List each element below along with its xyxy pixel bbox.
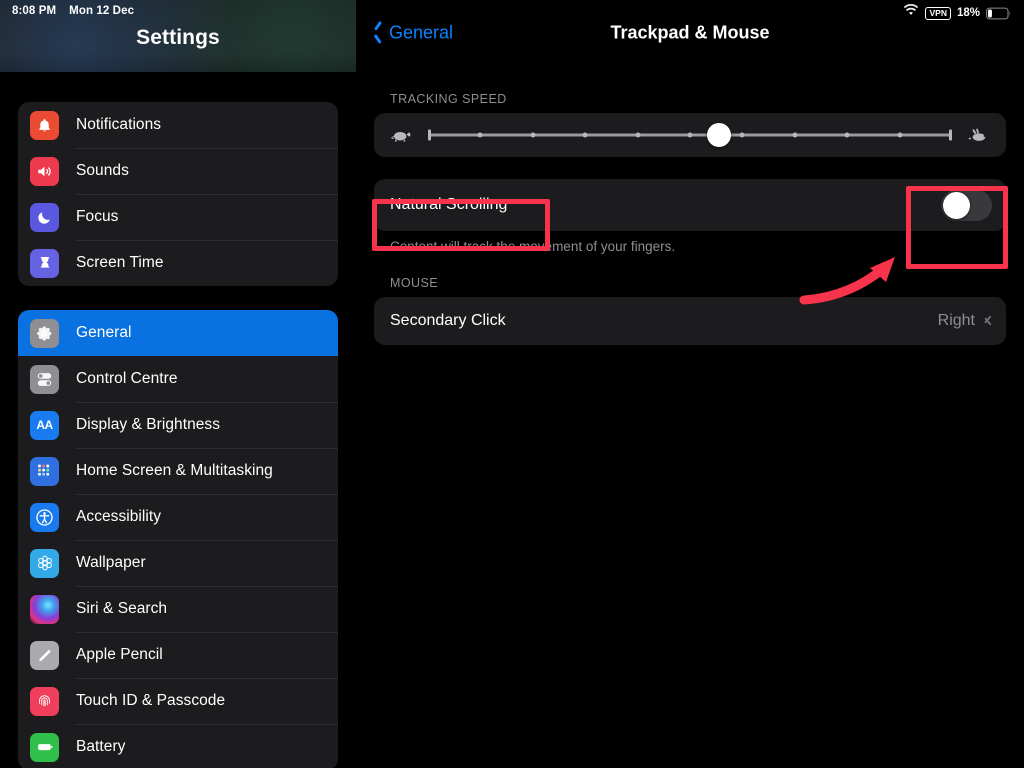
sidebar-item-label: Battery <box>76 738 126 755</box>
detail-title: Trackpad & Mouse <box>610 22 770 43</box>
gear-icon <box>30 318 59 348</box>
sidebar-item-accessibility[interactable]: Accessibility <box>18 494 338 540</box>
secondary-click-label: Secondary Click <box>390 312 506 329</box>
sidebar-item-screen-time[interactable]: Screen Time <box>18 240 338 286</box>
sidebar-item-label: Home Screen & Multitasking <box>76 462 273 479</box>
sidebar-item-label: Sounds <box>76 162 129 179</box>
chevron-right-icon <box>984 314 992 328</box>
sidebar-item-focus[interactable]: Focus <box>18 194 338 240</box>
flower-icon <box>30 548 59 578</box>
sidebar-item-apple-pencil[interactable]: Apple Pencil <box>18 632 338 678</box>
sidebar-item-label: Control Centre <box>76 370 178 387</box>
sidebar-item-display-brightness[interactable]: AA Display & Brightness <box>18 402 338 448</box>
sidebar-item-battery[interactable]: Battery <box>18 724 338 768</box>
sidebar-group-2: General Control Centre AA Display & Brig… <box>18 310 338 768</box>
sidebar-item-home-screen-multitasking[interactable]: Home Screen & Multitasking <box>18 448 338 494</box>
sidebar-item-label: Accessibility <box>76 508 162 525</box>
page-title: Settings <box>136 26 220 49</box>
sidebar-item-label: Display & Brightness <box>76 416 221 433</box>
secondary-click-value: Right <box>937 312 975 329</box>
sidebar-item-label: General <box>76 324 132 341</box>
slider-tick <box>530 132 536 138</box>
status-time: 8:08 PM <box>12 5 57 17</box>
fingerprint-icon <box>30 686 59 716</box>
status-date: Mon 12 Dec <box>69 5 135 17</box>
slider-tick <box>739 132 745 138</box>
sidebar-item-sounds[interactable]: Sounds <box>18 148 338 194</box>
slider-knob[interactable] <box>706 123 731 147</box>
mouse-card: Secondary Click Right <box>374 297 1006 345</box>
tortoise-icon <box>388 128 414 143</box>
aa-text-icon: AA <box>30 410 59 440</box>
sidebar-item-touch-id-passcode[interactable]: Touch ID & Passcode <box>18 678 338 724</box>
sidebar-scroll-area[interactable]: Notifications Sounds Focus Screen Time G… <box>0 102 356 768</box>
moon-icon <box>30 202 59 232</box>
natural-scrolling-toggle[interactable] <box>941 189 992 221</box>
natural-scrolling-card: Natural Scrolling <box>374 179 1006 231</box>
bell-icon <box>30 110 59 140</box>
sidebar-item-general[interactable]: General <box>18 310 338 356</box>
tracking-speed-card <box>374 113 1006 157</box>
app-grid-icon <box>30 456 59 486</box>
sidebar-header: 8:08 PM Mon 12 Dec Settings <box>0 0 356 72</box>
slider-tick <box>477 132 483 138</box>
sidebar-item-label: Touch ID & Passcode <box>76 692 226 709</box>
battery-icon <box>30 732 59 762</box>
slider-end-right <box>949 129 952 141</box>
slider-tick <box>897 132 903 138</box>
toggles-icon <box>30 364 59 394</box>
status-bar: 8:08 PM Mon 12 Dec <box>0 0 356 22</box>
slider-tick <box>582 132 588 138</box>
mouse-header: MOUSE <box>390 276 439 290</box>
hare-icon <box>966 127 992 143</box>
slider-tick <box>635 132 641 138</box>
secondary-click-value-group: Right <box>938 312 992 330</box>
speaker-icon <box>30 156 59 186</box>
sidebar-item-wallpaper[interactable]: Wallpaper <box>18 540 338 586</box>
slider-tick <box>792 132 798 138</box>
sidebar-item-label: Notifications <box>76 116 162 133</box>
hourglass-icon <box>30 248 59 278</box>
tracking-speed-slider[interactable] <box>428 123 952 147</box>
pencil-icon <box>30 640 59 670</box>
siri-orb-icon <box>30 594 59 624</box>
ipad-settings-screen: 8:08 PM Mon 12 Dec Settings Notification… <box>0 0 1024 768</box>
detail-content: TRACKING SPEED Natural Scrolling Content… <box>356 66 1024 345</box>
slider-tick <box>844 132 850 138</box>
toggle-knob <box>943 191 970 219</box>
natural-scrolling-footnote: Content will track the movement of your … <box>390 239 676 254</box>
natural-scrolling-row[interactable]: Natural Scrolling <box>374 179 1006 231</box>
tracking-speed-header: TRACKING SPEED <box>390 92 507 106</box>
accessibility-person-icon <box>30 502 59 532</box>
sidebar-item-label: Wallpaper <box>76 554 146 571</box>
detail-pane: VPN 18% General Trackpad & Mouse TRACKIN… <box>356 0 1024 768</box>
slider-end-left <box>428 129 431 141</box>
sidebar-group-1: Notifications Sounds Focus Screen Time <box>18 102 338 286</box>
secondary-click-row[interactable]: Secondary Click Right <box>374 297 1006 345</box>
sidebar-item-label: Siri & Search <box>76 600 168 617</box>
sidebar-item-label: Focus <box>76 208 119 225</box>
natural-scrolling-label: Natural Scrolling <box>390 196 508 213</box>
sidebar-item-notifications[interactable]: Notifications <box>18 102 338 148</box>
settings-sidebar: 8:08 PM Mon 12 Dec Settings Notification… <box>0 0 356 768</box>
sidebar-item-control-centre[interactable]: Control Centre <box>18 356 338 402</box>
sidebar-item-label: Apple Pencil <box>76 646 163 663</box>
detail-nav-bar: General Trackpad & Mouse <box>356 0 1024 66</box>
sidebar-item-siri-search[interactable]: Siri & Search <box>18 586 338 632</box>
slider-tick <box>687 132 693 138</box>
sidebar-item-label: Screen Time <box>76 254 164 271</box>
